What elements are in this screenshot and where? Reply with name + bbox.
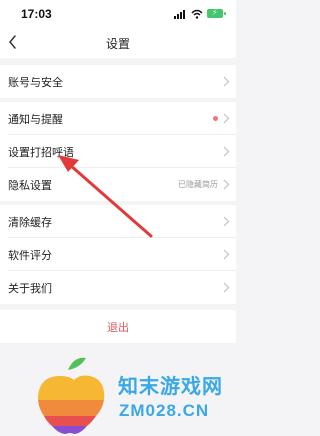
chevron-right-icon <box>223 146 230 157</box>
chevron-right-icon <box>223 76 230 87</box>
chevron-right-icon <box>223 113 230 124</box>
watermark-domain: ZM028.CN <box>119 401 210 420</box>
privacy-status: 已隐藏简历 <box>178 180 218 189</box>
row-label: 设置打招呼语 <box>8 147 74 159</box>
chevron-right-icon <box>223 282 230 293</box>
logout-button[interactable]: 退出 <box>0 319 236 335</box>
watermark-logo <box>38 357 105 434</box>
row-label: 账号与安全 <box>8 77 63 89</box>
logout-row: 退出 <box>0 310 236 343</box>
row-account-security[interactable]: 账号与安全 <box>0 65 236 98</box>
row-label: 隐私设置 <box>8 180 52 192</box>
chevron-right-icon <box>223 249 230 260</box>
row-notifications[interactable]: 通知与提醒 <box>0 102 236 135</box>
row-label: 清除缓存 <box>8 217 52 229</box>
row-clear-cache[interactable]: 清除缓存 <box>0 205 236 238</box>
row-privacy[interactable]: 隐私设置 已隐藏简历 <box>0 168 236 201</box>
row-label: 关于我们 <box>8 283 52 295</box>
chevron-right-icon <box>223 179 230 190</box>
signal-icon <box>174 10 185 19</box>
watermark-title: 知末游戏网 <box>118 376 223 398</box>
battery-icon: ⚡ <box>207 8 226 18</box>
notification-dot <box>213 116 218 121</box>
row-about[interactable]: 关于我们 <box>0 271 236 304</box>
row-rate-app[interactable]: 软件评分 <box>0 238 236 271</box>
wifi-icon <box>191 9 203 19</box>
row-label: 通知与提醒 <box>8 114 63 126</box>
row-greeting[interactable]: 设置打招呼语 <box>0 135 236 168</box>
chevron-right-icon <box>223 216 230 227</box>
row-label: 软件评分 <box>8 250 52 262</box>
status-bar: 17:03 ⚡ <box>0 0 236 28</box>
page-title: 设置 <box>105 37 130 51</box>
nav-bar: 设置 <box>0 28 236 58</box>
status-time: 17:03 <box>21 7 52 21</box>
